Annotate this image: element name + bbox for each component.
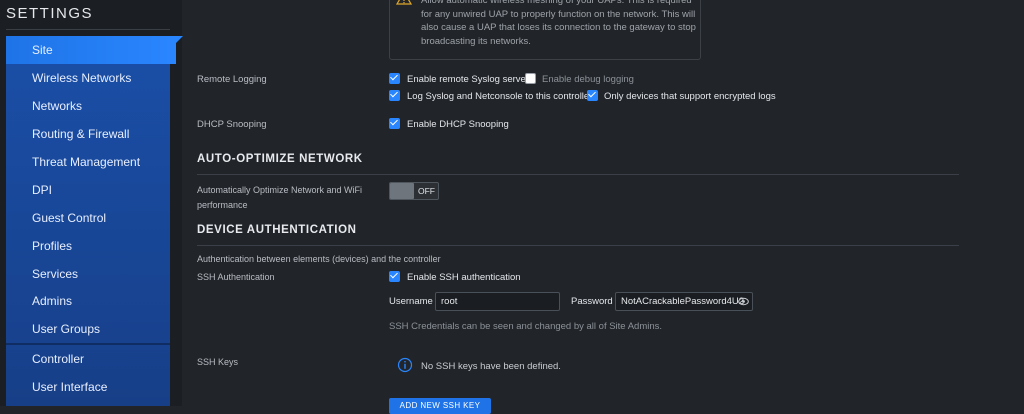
- netconsole-option-label: Log Syslog and Netconsole to this contro…: [407, 91, 593, 102]
- sidebar-item-routing-firewall[interactable]: Routing & Firewall: [6, 120, 170, 148]
- dhcp-snooping-label: DHCP Snooping: [197, 119, 267, 130]
- ssh-keys-label: SSH Keys: [197, 357, 239, 367]
- password-input[interactable]: NotACrackablePassword4U2: [615, 292, 753, 311]
- device-auth-title: DEVICE AUTHENTICATION: [197, 224, 357, 236]
- dhcp-snooping-checkbox[interactable]: [389, 118, 400, 129]
- password-value: NotACrackablePassword4U2: [621, 296, 745, 307]
- add-ssh-key-button[interactable]: ADD NEW SSH KEY: [389, 398, 491, 414]
- auto-optimize-label-line1: Automatically Optimize Network and WiFi: [197, 185, 363, 195]
- device-auth-description: Authentication between elements (devices…: [197, 254, 441, 264]
- device-auth-divider: [197, 245, 959, 246]
- settings-sidebar: SETTINGS Site Wireless Networks Networks…: [0, 0, 183, 406]
- ssh-auth-label: SSH Authentication: [197, 272, 275, 282]
- sidebar-divider: [6, 29, 170, 30]
- settings-title: SETTINGS: [6, 5, 94, 22]
- sidebar-item-controller[interactable]: Controller: [6, 345, 170, 373]
- syslog-option-label: Enable remote Syslog server: [407, 74, 529, 85]
- sidebar-item-admins[interactable]: Admins: [6, 287, 170, 315]
- encrypted-logs-label: Only devices that support encrypted logs: [604, 91, 776, 102]
- syslog-checkbox[interactable]: [389, 73, 400, 84]
- debug-logging-label: Enable debug logging: [542, 74, 634, 85]
- remote-logging-label: Remote Logging: [197, 74, 267, 85]
- sidebar-item-user-groups[interactable]: User Groups: [6, 315, 170, 343]
- sidebar-item-guest-control[interactable]: Guest Control: [6, 204, 170, 232]
- netconsole-checkbox[interactable]: [389, 90, 400, 101]
- auto-optimize-divider: [197, 174, 959, 175]
- eye-icon[interactable]: [738, 297, 749, 306]
- dhcp-snooping-option-label: Enable DHCP Snooping: [407, 119, 509, 130]
- auto-optimize-toggle[interactable]: OFF: [389, 182, 439, 200]
- debug-logging-checkbox[interactable]: [525, 73, 536, 84]
- ssh-auth-option-label: Enable SSH authentication: [407, 272, 521, 283]
- toggle-state-text: OFF: [418, 186, 435, 196]
- mesh-warning-text: Allow automatic wireless meshing of your…: [421, 0, 696, 47]
- encrypted-logs-checkbox[interactable]: [587, 90, 598, 101]
- ssh-auth-checkbox[interactable]: [389, 271, 400, 282]
- warning-triangle-icon: [396, 0, 412, 5]
- sidebar-item-threat-management[interactable]: Threat Management: [6, 148, 170, 176]
- username-input[interactable]: root: [435, 292, 560, 311]
- sidebar-item-site[interactable]: Site: [6, 36, 183, 64]
- sidebar-item-user-interface[interactable]: User Interface: [6, 373, 170, 401]
- sidebar-item-dpi[interactable]: DPI: [6, 176, 170, 204]
- no-ssh-keys-text: No SSH keys have been defined.: [421, 361, 561, 372]
- sidebar-item-networks[interactable]: Networks: [6, 92, 170, 120]
- auto-optimize-title: AUTO-OPTIMIZE NETWORK: [197, 153, 363, 165]
- password-label: Password: [571, 296, 613, 307]
- sidebar-item-wireless-networks[interactable]: Wireless Networks: [6, 64, 170, 92]
- ssh-credentials-note: SSH Credentials can be seen and changed …: [389, 321, 663, 332]
- sidebar-item-services[interactable]: Services: [6, 260, 170, 288]
- sidebar-item-profiles[interactable]: Profiles: [6, 232, 170, 260]
- info-circle-icon: [397, 357, 413, 373]
- auto-optimize-label-line2: performance: [197, 200, 248, 210]
- toggle-knob: [390, 183, 414, 199]
- username-label: Username: [389, 296, 433, 307]
